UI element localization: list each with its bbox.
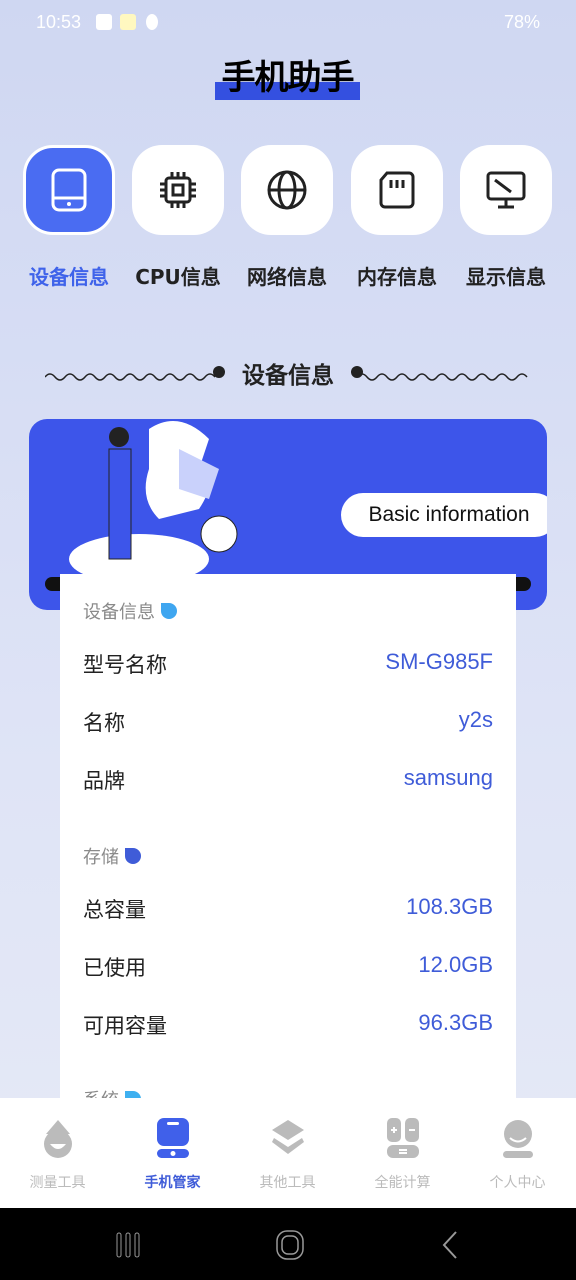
info-row: 品牌 samsung [83,765,493,793]
tab-calculator[interactable]: 全能计算 [345,1118,460,1192]
category-display-info[interactable]: 显示信息 [451,145,561,290]
category-cpu-info[interactable]: CPU信息 [123,145,233,290]
home-button[interactable] [276,1230,304,1260]
category-memory-info[interactable]: 内存信息 [342,145,452,290]
category-label: 显示信息 [466,265,546,289]
info-row: 总容量 108.3GB [83,894,493,922]
app-notification-icon [120,14,136,30]
wave-decoration [357,373,528,381]
app-title-text: 手机助手 [221,58,355,98]
category-device-info[interactable]: 设备信息 [14,145,124,290]
layers-icon [271,1120,304,1154]
category-label: CPU信息 [135,265,221,289]
category-network-info[interactable]: 网络信息 [232,145,342,290]
tab-phone-manager[interactable]: 手机管家 [115,1118,230,1192]
category-label: 网络信息 [247,265,327,289]
back-button[interactable] [440,1230,460,1260]
tab-other-tools[interactable]: 其他工具 [230,1118,345,1192]
smiley-person-icon [502,1120,533,1158]
section-title: 设备信息 [242,363,334,389]
status-bar: 10:53 78% [0,0,576,46]
globe-icon [267,170,307,210]
battery-level: 78% [503,12,540,32]
category-label: 设备信息 [29,265,109,289]
group-title-device: 设备信息 [83,598,177,624]
section-header: 设备信息 [0,356,576,390]
sd-card-icon [379,171,415,209]
info-row: 型号名称 SM-G985F [83,649,493,677]
tab-profile[interactable]: 个人中心 [460,1118,575,1192]
cpu-icon [160,172,196,208]
bottom-tab-bar: 测量工具 手机管家 其他工具 全能计算 个人中心 [0,1098,576,1208]
measure-face-icon [43,1120,72,1158]
info-row: 可用容量 96.3GB [83,1010,493,1038]
tab-measure-tools[interactable]: 测量工具 [0,1118,115,1192]
phone-manager-icon [156,1118,189,1158]
gallery-icon [96,14,112,30]
app-title: 手机助手 [215,48,360,100]
tablet-icon [51,168,87,212]
group-title-storage: 存储 [83,843,141,869]
bulb-icon [146,14,158,30]
puzzle-illustration [69,421,238,579]
wave-decoration [45,373,216,381]
info-row: 名称 y2s [83,707,493,735]
category-nav: 设备信息 CPU信息 网络信息 内存信息 显示信息 [0,145,576,295]
recents-button[interactable] [116,1232,140,1258]
status-time: 10:53 [36,12,82,32]
info-card: 设备信息 型号名称 SM-G985F 名称 y2s 品牌 samsung 存储 总容量… [60,574,516,1111]
info-row: 已使用 12.0GB [83,952,493,980]
dot-decoration [213,366,225,378]
category-label: 内存信息 [357,265,437,289]
monitor-icon [486,171,526,209]
calculator-icon [386,1118,419,1158]
basic-information-button[interactable]: Basic information [341,493,547,537]
system-nav-bar [0,1208,576,1280]
